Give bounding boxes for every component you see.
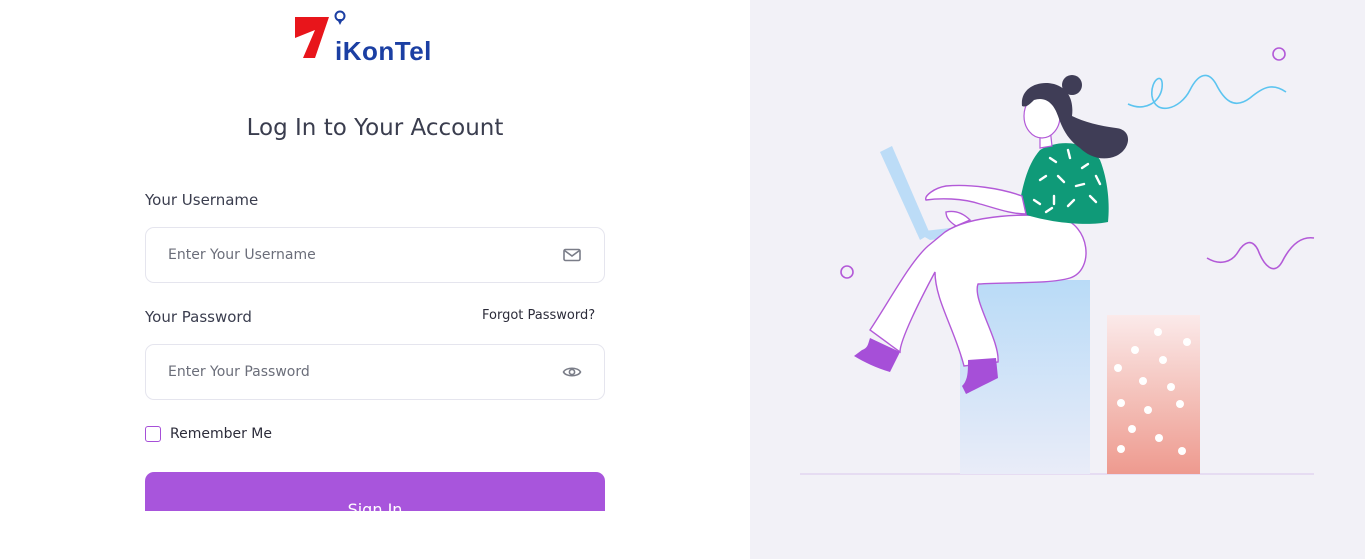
brand-name: iKonTel — [335, 36, 432, 66]
illustration-panel — [750, 0, 1365, 559]
woman-with-laptop-illustration — [800, 47, 1315, 475]
username-field[interactable] — [145, 227, 605, 283]
password-input[interactable] — [168, 345, 548, 399]
password-field[interactable] — [145, 344, 605, 400]
mail-icon — [563, 248, 581, 262]
login-panel: iKonTel Log In to Your Account Your User… — [0, 0, 750, 559]
form-bottom-mask — [0, 511, 750, 559]
eye-icon[interactable] — [562, 363, 582, 381]
brand-logo: iKonTel — [293, 10, 463, 68]
remember-me: Remember Me — [145, 425, 272, 443]
remember-me-checkbox[interactable] — [145, 426, 161, 442]
page-title: Log In to Your Account — [246, 115, 504, 141]
username-label: Your Username — [145, 191, 259, 209]
remember-me-label: Remember Me — [170, 426, 272, 442]
forgot-password-link[interactable]: Forgot Password? — [482, 308, 595, 323]
password-label: Your Password — [145, 308, 252, 326]
username-input[interactable] — [168, 228, 548, 282]
